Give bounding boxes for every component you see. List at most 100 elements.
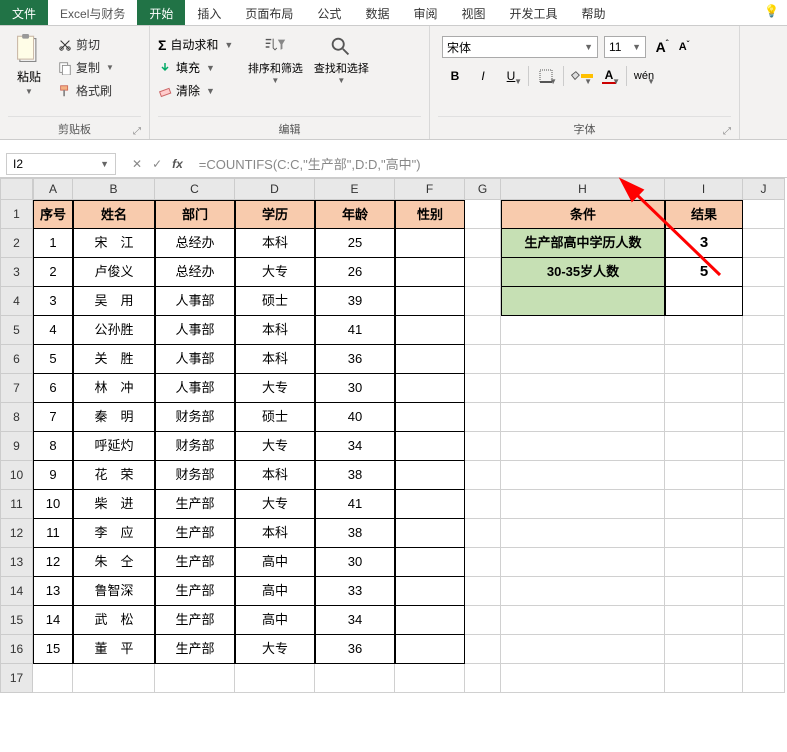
cell-J5[interactable] <box>743 316 785 345</box>
cell-H16[interactable] <box>501 635 665 664</box>
cell-G7[interactable] <box>465 374 501 403</box>
cell-A11[interactable]: 10 <box>33 490 73 519</box>
cell-J14[interactable] <box>743 577 785 606</box>
cell-G8[interactable] <box>465 403 501 432</box>
shrink-font-button[interactable]: Aˇ <box>674 36 694 58</box>
tab-formula[interactable]: 公式 <box>305 0 353 25</box>
cell-G17[interactable] <box>465 664 501 693</box>
cell-A5[interactable]: 4 <box>33 316 73 345</box>
cell-A16[interactable]: 15 <box>33 635 73 664</box>
row-header-7[interactable]: 7 <box>0 374 33 403</box>
find-select-button[interactable]: 查找和选择▼ <box>311 30 371 99</box>
cell-E6[interactable]: 36 <box>315 345 395 374</box>
cell-H4[interactable] <box>501 287 665 316</box>
tab-file[interactable]: 文件 <box>0 0 48 25</box>
cell-G3[interactable] <box>465 258 501 287</box>
cell-F16[interactable] <box>395 635 465 664</box>
cell-A9[interactable]: 8 <box>33 432 73 461</box>
font-name-select[interactable]: 宋体▼ <box>442 36 598 58</box>
cell-C14[interactable]: 生产部 <box>155 577 235 606</box>
cell-I2[interactable]: 3 <box>665 229 743 258</box>
cell-F1[interactable]: 性别 <box>395 200 465 229</box>
col-header-G[interactable]: G <box>465 178 501 200</box>
clipboard-expand-icon[interactable]: ⤢ <box>133 126 141 137</box>
sort-filter-button[interactable]: 排序和筛选▼ <box>245 30 305 99</box>
cell-J4[interactable] <box>743 287 785 316</box>
tab-data[interactable]: 数据 <box>353 0 401 25</box>
cell-F5[interactable] <box>395 316 465 345</box>
cell-E9[interactable]: 34 <box>315 432 395 461</box>
cell-E2[interactable]: 25 <box>315 229 395 258</box>
cell-I16[interactable] <box>665 635 743 664</box>
row-header-13[interactable]: 13 <box>0 548 33 577</box>
row-header-8[interactable]: 8 <box>0 403 33 432</box>
cell-I13[interactable] <box>665 548 743 577</box>
cell-H12[interactable] <box>501 519 665 548</box>
cell-C17[interactable] <box>155 664 235 693</box>
cell-H7[interactable] <box>501 374 665 403</box>
cell-E10[interactable]: 38 <box>315 461 395 490</box>
cell-C16[interactable]: 生产部 <box>155 635 235 664</box>
cell-F11[interactable] <box>395 490 465 519</box>
cell-H11[interactable] <box>501 490 665 519</box>
col-header-B[interactable]: B <box>73 178 155 200</box>
cell-C3[interactable]: 总经办 <box>155 258 235 287</box>
cell-A13[interactable]: 12 <box>33 548 73 577</box>
cell-J17[interactable] <box>743 664 785 693</box>
cell-E8[interactable]: 40 <box>315 403 395 432</box>
col-header-D[interactable]: D <box>235 178 315 200</box>
cell-F12[interactable] <box>395 519 465 548</box>
cell-B10[interactable]: 花 荣 <box>73 461 155 490</box>
cancel-formula-icon[interactable]: ✕ <box>132 157 142 171</box>
autosum-button[interactable]: Σ自动求和▼ <box>158 36 233 53</box>
cell-H8[interactable] <box>501 403 665 432</box>
name-box[interactable]: I2▼ <box>6 153 116 175</box>
paste-button[interactable]: 粘贴 ▼ <box>8 30 50 99</box>
cell-J16[interactable] <box>743 635 785 664</box>
cell-J12[interactable] <box>743 519 785 548</box>
cell-G13[interactable] <box>465 548 501 577</box>
cell-J2[interactable] <box>743 229 785 258</box>
cell-G10[interactable] <box>465 461 501 490</box>
tab-help[interactable]: 帮助 <box>570 0 618 25</box>
format-painter-button[interactable]: 格式刷 <box>58 82 114 99</box>
cell-G6[interactable] <box>465 345 501 374</box>
cell-D13[interactable]: 高中 <box>235 548 315 577</box>
cell-E7[interactable]: 30 <box>315 374 395 403</box>
row-header-4[interactable]: 4 <box>0 287 33 316</box>
row-header-3[interactable]: 3 <box>0 258 33 287</box>
cell-B6[interactable]: 关 胜 <box>73 345 155 374</box>
cell-D1[interactable]: 学历 <box>235 200 315 229</box>
cell-G2[interactable] <box>465 229 501 258</box>
cell-G12[interactable] <box>465 519 501 548</box>
tell-me-icon[interactable]: 💡 <box>756 0 787 25</box>
cell-A10[interactable]: 9 <box>33 461 73 490</box>
cell-B7[interactable]: 林 冲 <box>73 374 155 403</box>
cell-I17[interactable] <box>665 664 743 693</box>
cell-E14[interactable]: 33 <box>315 577 395 606</box>
cell-D7[interactable]: 大专 <box>235 374 315 403</box>
cell-E12[interactable]: 38 <box>315 519 395 548</box>
cell-D17[interactable] <box>235 664 315 693</box>
cell-J8[interactable] <box>743 403 785 432</box>
cell-D14[interactable]: 高中 <box>235 577 315 606</box>
cell-A1[interactable]: 序号 <box>33 200 73 229</box>
cell-A12[interactable]: 11 <box>33 519 73 548</box>
cell-C7[interactable]: 人事部 <box>155 374 235 403</box>
cell-A17[interactable] <box>33 664 73 693</box>
cell-F3[interactable] <box>395 258 465 287</box>
cell-A15[interactable]: 14 <box>33 606 73 635</box>
cell-C15[interactable]: 生产部 <box>155 606 235 635</box>
tab-insert[interactable]: 插入 <box>185 0 233 25</box>
cell-I6[interactable] <box>665 345 743 374</box>
col-header-C[interactable]: C <box>155 178 235 200</box>
cell-F9[interactable] <box>395 432 465 461</box>
cell-A4[interactable]: 3 <box>33 287 73 316</box>
cell-B4[interactable]: 吴 用 <box>73 287 155 316</box>
font-size-select[interactable]: 11▼ <box>604 36 646 58</box>
tab-page-layout[interactable]: 页面布局 <box>233 0 305 25</box>
col-header-A[interactable]: A <box>33 178 73 200</box>
cell-H1[interactable]: 条件 <box>501 200 665 229</box>
cell-D11[interactable]: 大专 <box>235 490 315 519</box>
row-header-10[interactable]: 10 <box>0 461 33 490</box>
